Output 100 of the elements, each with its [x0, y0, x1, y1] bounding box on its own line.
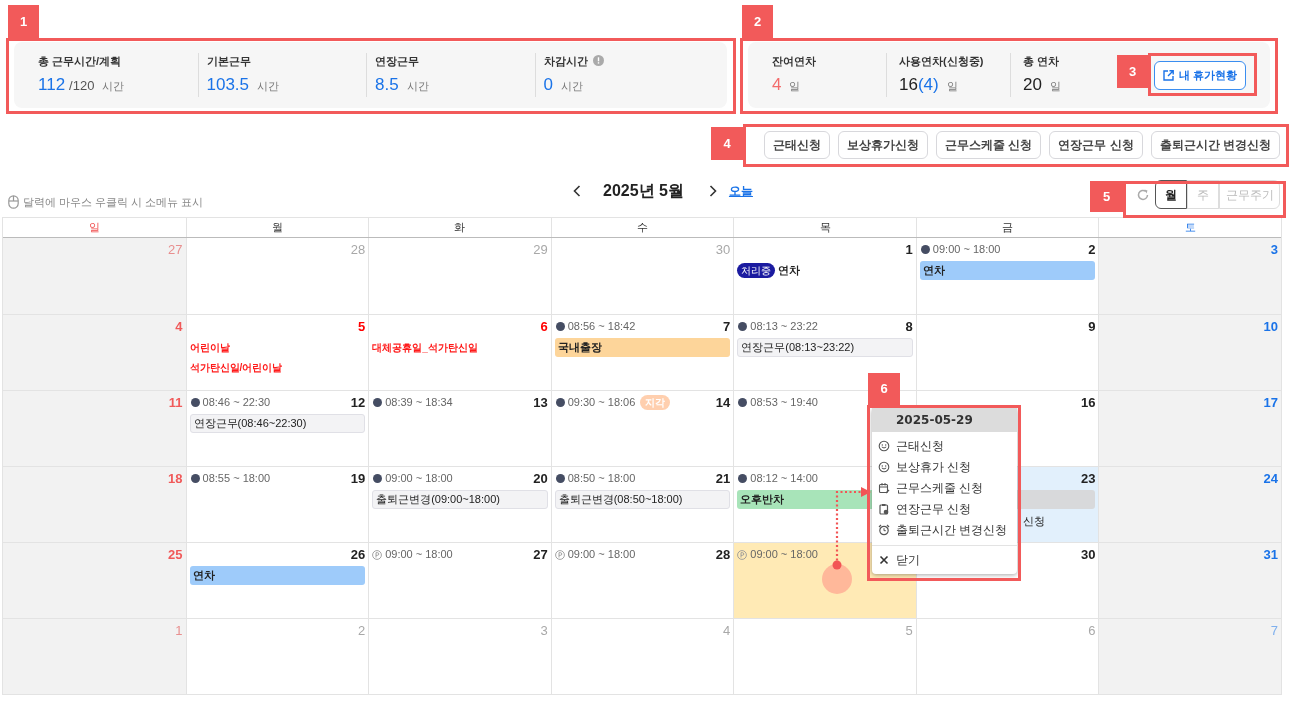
- event-bar: 출퇴근변경(09:00~18:00): [372, 490, 548, 509]
- summary-label: 총 근무시간/계획: [38, 53, 122, 69]
- event-bar: 연장근무(08:46~22:30): [189, 414, 366, 433]
- weekday-label: 수: [637, 220, 648, 236]
- day-number: 8: [905, 317, 913, 336]
- event-bar: 연차: [189, 566, 366, 585]
- work-time: 08:55 ~ 18:00: [202, 471, 271, 487]
- leave-value: 16: [899, 73, 918, 96]
- work-time: 09:00 ~ 18:00: [385, 547, 453, 563]
- day-number: 3: [1270, 240, 1278, 259]
- callout-label: 2: [742, 5, 773, 38]
- late-badge: 지각: [640, 395, 671, 410]
- day-number: 7: [1270, 621, 1278, 640]
- event-label: 연차: [778, 263, 801, 278]
- day-number: 26: [350, 545, 366, 564]
- day-number: 10: [1263, 317, 1278, 336]
- leave-label: 사용연차(신청중): [899, 53, 985, 69]
- leave-value: 20: [1023, 73, 1042, 96]
- day-number: 21: [715, 469, 731, 488]
- event-bar: 출퇴근변경(08:50~18:00): [554, 490, 731, 509]
- day-number: 3: [540, 621, 548, 640]
- hint-text: 달력에 마우스 우클릭 시 소메뉴 표시: [23, 195, 204, 210]
- day-number: 30: [1080, 545, 1096, 564]
- day-number: 29: [533, 240, 548, 259]
- holiday-name: 석가탄신일/어린이날: [189, 361, 284, 375]
- status-badge: 처리중: [737, 262, 776, 278]
- day-number: 18: [168, 469, 183, 488]
- day-number: 17: [1263, 393, 1278, 412]
- day-number: 5: [905, 621, 913, 640]
- weekday-label: 금: [1002, 220, 1014, 236]
- summary-value: 8.5: [375, 73, 399, 96]
- day-number: 30: [715, 240, 731, 259]
- day-number: 16: [1080, 393, 1096, 412]
- weekday-label: 화: [454, 220, 466, 236]
- day-number: 13: [533, 393, 548, 412]
- work-time: 08:12 ~ 14:00: [750, 471, 818, 487]
- summary-label: 기본근무: [206, 53, 251, 69]
- event-bar: 국내출장: [554, 338, 731, 357]
- callout-label: 3: [1117, 55, 1148, 88]
- work-time: 08:39 ~ 18:34: [385, 395, 453, 411]
- work-time: 09:30 ~ 18:06: [567, 395, 636, 411]
- callout-label: 6: [868, 373, 900, 405]
- weekday-label: 일: [88, 220, 100, 236]
- month-title: 2025년 5월: [603, 181, 684, 201]
- holiday-name: 어린이날: [189, 341, 231, 355]
- event-bar: 연차: [919, 261, 1096, 280]
- leave-unit: 일: [946, 78, 958, 94]
- summary-total: /120: [69, 76, 95, 95]
- day-number: 20: [533, 469, 548, 488]
- summary-unit: 시간: [257, 78, 280, 94]
- day-number: 1: [905, 240, 913, 259]
- pending-count: (4): [917, 73, 939, 96]
- day-number: 27: [168, 240, 183, 259]
- day-number: 25: [168, 545, 183, 564]
- work-time: 09:00 ~ 18:00: [385, 471, 453, 487]
- leave-value: 4: [772, 73, 782, 96]
- summary-value: 103.5: [206, 73, 250, 96]
- leave-unit: 일: [789, 78, 801, 94]
- summary-value: 0: [543, 73, 553, 96]
- leave-unit: 일: [1049, 78, 1061, 94]
- work-time: 09:00 ~ 18:00: [932, 242, 1001, 258]
- leave-label: 잔여연차: [772, 53, 817, 69]
- day-number: 28: [715, 545, 731, 564]
- summary-label: 차감시간: [543, 53, 588, 69]
- callout-label: 5: [1090, 181, 1123, 212]
- work-time: 08:13 ~ 23:22: [750, 319, 818, 335]
- summary-unit: 시간: [406, 78, 429, 94]
- day-number: 23: [1080, 469, 1096, 488]
- work-time: 09:00 ~ 18:00: [750, 547, 818, 563]
- menu-date: 2025-05-29: [872, 408, 1017, 432]
- leave-label: 총 연차: [1023, 53, 1061, 69]
- weekday-label: 목: [819, 220, 831, 236]
- day-number: 4: [723, 621, 731, 640]
- day-number: 1: [175, 621, 183, 640]
- day-number: 14: [715, 393, 731, 412]
- work-time: 08:46 ~ 22:30: [202, 395, 271, 411]
- summary-label: 연장근무: [375, 53, 419, 69]
- weekday-label: 월: [271, 220, 283, 236]
- work-time: 08:53 ~ 19:40: [750, 395, 818, 411]
- day-number: 5: [357, 317, 366, 336]
- day-number: 11: [168, 393, 183, 412]
- summary-unit: 시간: [560, 78, 583, 94]
- day-number: 2: [357, 621, 366, 640]
- callout-label: 4: [711, 127, 743, 160]
- day-number: 24: [1263, 469, 1278, 488]
- weekday-label: 토: [1184, 220, 1196, 236]
- day-number: 19: [350, 469, 366, 488]
- work-time: 09:00 ~ 18:00: [567, 547, 636, 563]
- day-number: 27: [533, 545, 548, 564]
- day-number: 12: [350, 393, 366, 412]
- summary-value: 112: [38, 73, 66, 96]
- day-number: 4: [175, 317, 183, 336]
- holiday-name: 대체공휴일_석가탄신일: [372, 341, 479, 355]
- day-number: 28: [350, 240, 366, 259]
- day-number: 9: [1088, 317, 1096, 336]
- day-number: 2: [1088, 240, 1096, 259]
- summary-unit: 시간: [102, 78, 125, 94]
- day-number: 6: [1088, 621, 1096, 640]
- work-time: 08:56 ~ 18:42: [567, 319, 636, 335]
- day-number: 7: [723, 317, 731, 336]
